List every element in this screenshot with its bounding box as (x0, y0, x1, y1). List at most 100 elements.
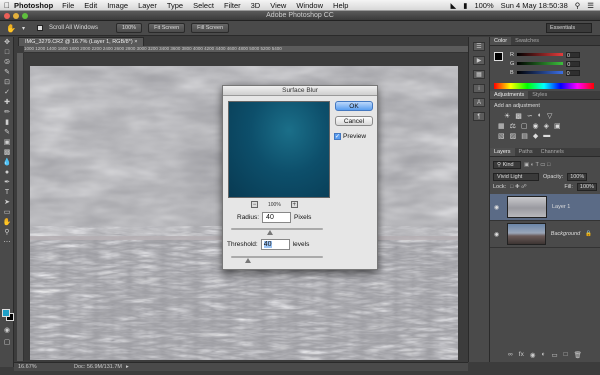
menu-view[interactable]: View (270, 1, 286, 10)
move-tool-icon[interactable]: ✥ (2, 39, 12, 47)
pen-tool-icon[interactable]: ✒ (2, 179, 12, 187)
fill-value[interactable]: 100% (576, 183, 597, 191)
tab-paths[interactable]: Paths (515, 148, 537, 156)
foreground-color-swatch[interactable] (2, 309, 10, 317)
filter-preview[interactable] (228, 101, 330, 198)
green-value[interactable]: 0 (566, 60, 581, 68)
preview-checkbox[interactable]: ✓ (334, 133, 341, 140)
fill-screen-button[interactable]: Fill Screen (191, 23, 230, 33)
hand-tool-icon[interactable]: ✋ (6, 24, 16, 33)
zoom-tool-icon[interactable]: ⚲ (2, 229, 12, 237)
tab-layers[interactable]: Layers (490, 148, 515, 156)
selective-color-icon[interactable]: ◆ (533, 132, 538, 140)
crop-tool-icon[interactable]: ⊡ (2, 79, 12, 87)
spotlight-icon[interactable]: ⚲ (575, 1, 581, 10)
menu-layer[interactable]: Layer (138, 1, 157, 10)
color-lookup-icon[interactable]: ▣ (554, 122, 561, 130)
threshold-icon[interactable]: ▤ (521, 132, 528, 140)
menu-file[interactable]: File (62, 1, 74, 10)
ok-button[interactable]: OK (335, 101, 373, 111)
quick-select-tool-icon[interactable]: ✎ (2, 69, 12, 77)
radius-slider-track[interactable] (231, 228, 323, 230)
info-panel-icon[interactable]: i (473, 84, 485, 93)
zoom-in-button[interactable]: + (290, 201, 298, 208)
stamp-tool-icon[interactable]: ▮ (2, 119, 12, 127)
tab-swatches[interactable]: Swatches (511, 37, 543, 45)
screen-mode-icon[interactable]: ▢ (2, 339, 12, 347)
close-window-button[interactable] (4, 13, 10, 19)
blue-value[interactable]: 0 (565, 69, 580, 77)
color-panel-fg-swatch[interactable] (494, 52, 503, 61)
doc-size[interactable]: Doc: 56.9M/131.7M (74, 364, 122, 370)
gradient-map-icon[interactable]: ▬ (543, 132, 550, 140)
blend-mode-select[interactable]: Vivid Light (493, 172, 539, 181)
levels-adjustment-icon[interactable]: ▩ (515, 112, 522, 120)
actions-panel-icon[interactable]: ▶ (473, 56, 485, 65)
character-panel-icon[interactable]: A (473, 98, 485, 107)
visibility-eye-icon[interactable]: ◉ (494, 204, 502, 211)
black-white-icon[interactable]: ▢ (521, 122, 528, 130)
brush-tool-icon[interactable]: ✏ (2, 109, 12, 117)
status-arrow-icon[interactable]: ▸ (126, 364, 129, 370)
kind-filter-select[interactable]: ⚲ Kind (493, 160, 521, 169)
workspace-select[interactable]: Essentials (546, 23, 592, 33)
blue-slider[interactable] (516, 71, 563, 74)
vibrance-adjustment-icon[interactable]: ▽ (547, 112, 552, 120)
color-balance-icon[interactable]: ⚖ (510, 122, 516, 130)
tab-color[interactable]: Color (490, 37, 512, 45)
more-tools-icon[interactable]: ⋯ (2, 239, 12, 247)
layer-style-icon[interactable]: fx (519, 351, 524, 359)
layer-name[interactable]: Background (551, 231, 580, 237)
exposure-adjustment-icon[interactable]: ◐ (538, 112, 542, 120)
posterize-icon[interactable]: ▨ (510, 132, 517, 140)
lock-icons[interactable]: □ ✚ ☍ (510, 184, 527, 190)
layer-row[interactable]: ◉ Layer 1 (490, 194, 600, 221)
curves-adjustment-icon[interactable]: ∽ (527, 112, 533, 120)
invert-icon[interactable]: ▧ (498, 132, 505, 140)
hue-saturation-icon[interactable]: ▦ (498, 122, 505, 130)
history-panel-icon[interactable]: ☰ (473, 42, 485, 51)
minimize-window-button[interactable] (13, 13, 19, 19)
channel-mixer-icon[interactable]: ◈ (544, 122, 549, 130)
document-tab[interactable]: IMG_3279.CR2 @ 16.7% (Layer 1, RGB/8*) × (18, 37, 145, 46)
history-brush-tool-icon[interactable]: ✎ (2, 129, 12, 137)
vertical-ruler[interactable] (17, 53, 24, 361)
new-group-icon[interactable]: ▭ (551, 351, 557, 359)
menu-app-name[interactable]: Photoshop (14, 1, 53, 10)
menu-filter[interactable]: Filter (224, 1, 241, 10)
blur-tool-icon[interactable]: 💧 (2, 159, 12, 167)
layer-row[interactable]: ◉ Background 🔒 (490, 221, 600, 248)
radius-slider-thumb[interactable] (266, 230, 273, 235)
gradient-tool-icon[interactable]: ▩ (2, 149, 12, 157)
healing-tool-icon[interactable]: ✚ (2, 99, 12, 107)
tab-adjustments[interactable]: Adjustments (490, 91, 529, 99)
horizontal-ruler[interactable]: 1000 1200 1400 1600 1800 2000 2200 2400 … (24, 46, 468, 53)
fit-screen-button[interactable]: Fit Screen (148, 23, 186, 33)
color-spectrum-bar[interactable] (494, 83, 594, 89)
zoom-100-button[interactable]: 100% (116, 23, 143, 33)
battery-icon[interactable]: ▮ (463, 1, 467, 10)
green-slider[interactable] (517, 62, 564, 65)
wifi-icon[interactable]: ◣ (451, 1, 457, 10)
new-adjustment-icon[interactable]: ◐ (542, 351, 546, 359)
lasso-tool-icon[interactable]: ⧁ (2, 59, 12, 67)
paragraph-panel-icon[interactable]: ¶ (473, 112, 485, 121)
threshold-input[interactable]: 40 (260, 239, 290, 250)
eyedropper-tool-icon[interactable]: ✓ (2, 89, 12, 97)
marquee-tool-icon[interactable]: □ (2, 49, 12, 57)
hand-tool-icon-box[interactable]: ✋ (2, 219, 12, 227)
link-layers-icon[interactable]: ∞ (508, 351, 513, 359)
dodge-tool-icon[interactable]: ● (2, 169, 12, 177)
menu-help[interactable]: Help (333, 1, 348, 10)
filter-icons[interactable]: ▣ ◐ T ▭ □ (524, 162, 550, 168)
new-layer-icon[interactable]: □ (564, 351, 568, 359)
radius-input[interactable]: 40 (262, 212, 292, 223)
photo-filter-icon[interactable]: ◉ (533, 122, 539, 130)
tab-channels[interactable]: Channels (537, 148, 568, 156)
zoom-window-button[interactable] (22, 13, 28, 19)
menu-edit[interactable]: Edit (84, 1, 97, 10)
type-tool-icon[interactable]: T (2, 189, 12, 197)
red-value[interactable]: 0 (565, 51, 580, 59)
red-slider[interactable] (516, 53, 563, 56)
cancel-button[interactable]: Cancel (335, 116, 373, 126)
